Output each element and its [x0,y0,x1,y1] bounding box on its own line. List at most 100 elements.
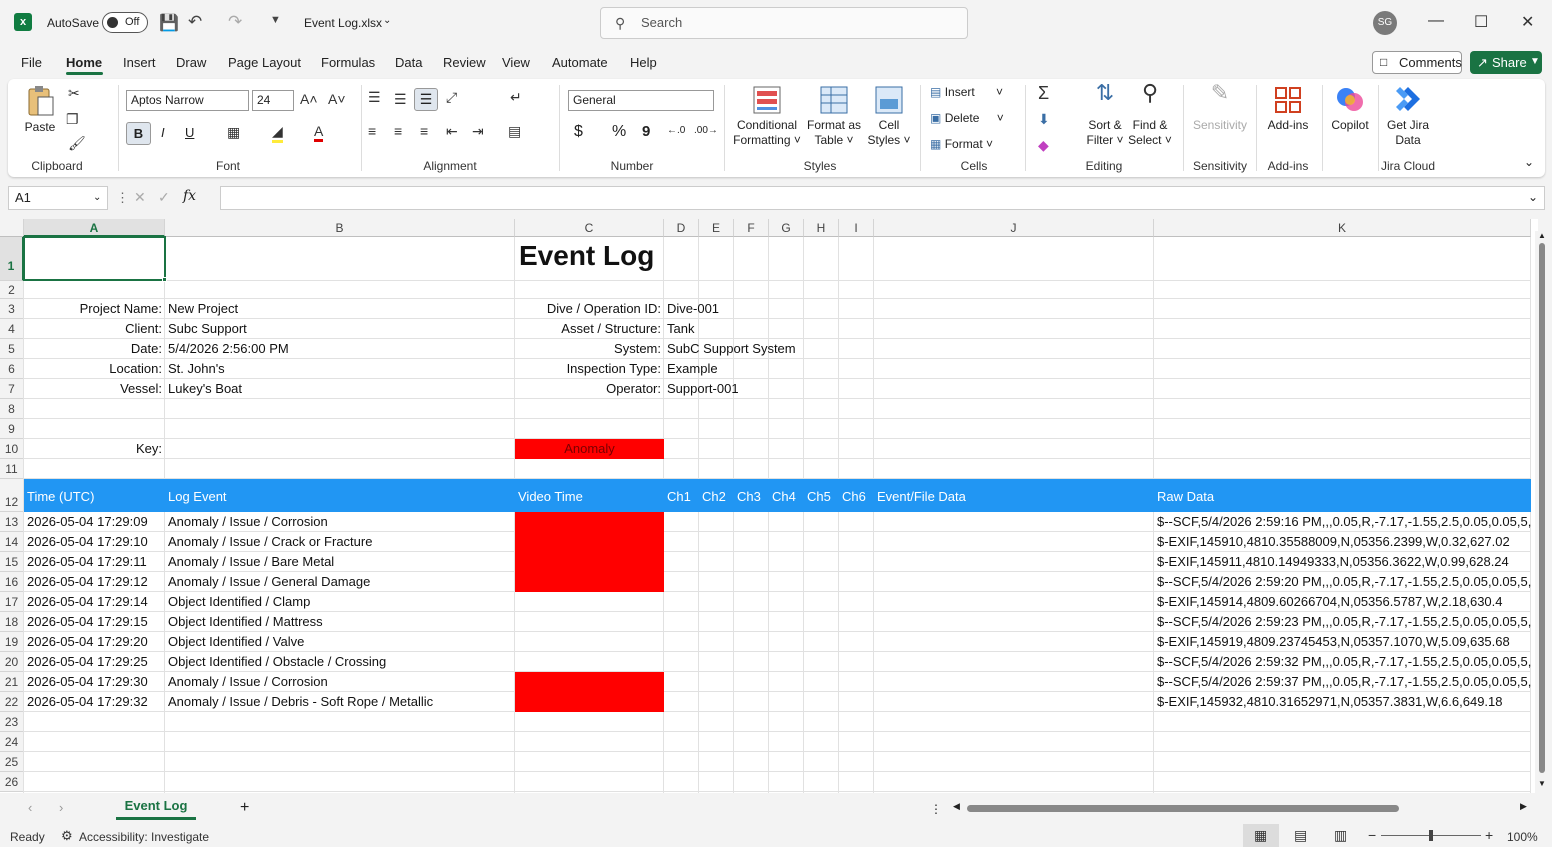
more-options-icon[interactable]: ⋮ [930,802,942,816]
row-header-4[interactable]: 4 [0,319,24,339]
row-header-1[interactable]: 1 [0,237,24,281]
time-cell[interactable]: 2026-05-04 17:29:14 [24,594,165,609]
row-header-17[interactable]: 17 [0,592,24,612]
add-sheet-icon[interactable]: + [240,799,249,817]
menu-automate[interactable]: Automate [552,55,608,70]
avatar[interactable]: SG [1373,11,1397,35]
zoom-out-icon[interactable]: − [1368,827,1376,843]
row-header-15[interactable]: 15 [0,552,24,572]
row-header-10[interactable]: 10 [0,439,24,459]
zoom-in-icon[interactable]: + [1485,827,1493,843]
raw-data-cell[interactable]: $-EXIF,145919,4809.23745453,N,05357.1070… [1154,634,1531,649]
menu-review[interactable]: Review [443,55,486,70]
normal-view-icon[interactable]: ▦ [1254,827,1267,844]
time-cell[interactable]: 2026-05-04 17:29:12 [24,574,165,589]
file-name[interactable]: Event Log.xlsx [304,16,382,30]
row-header-7[interactable]: 7 [0,379,24,399]
column-header-a[interactable]: A [24,219,165,237]
fill-handle[interactable] [162,277,167,282]
name-box[interactable]: A1 ⌄ [8,186,108,210]
align-left-icon[interactable]: ≡ [368,123,376,139]
menu-help[interactable]: Help [630,55,657,70]
scrollbar-thumb[interactable] [1539,243,1545,773]
italic-button[interactable]: I [161,125,165,140]
raw-data-cell[interactable]: $--SCF,5/4/2026 2:59:20 PM,,,0.05,R,-7.1… [1154,574,1531,589]
accessibility-icon[interactable]: ⚙ [61,828,73,844]
time-cell[interactable]: 2026-05-04 17:29:10 [24,534,165,549]
menu-formulas[interactable]: Formulas [321,55,375,70]
scroll-left-icon[interactable]: ◀ [953,801,960,812]
row-header-3[interactable]: 3 [0,299,24,319]
row-header-20[interactable]: 20 [0,652,24,672]
log-event-cell[interactable]: Anomaly / Issue / Corrosion [165,674,515,689]
row-header-11[interactable]: 11 [0,459,24,479]
column-header-d[interactable]: D [664,219,699,237]
log-event-cell[interactable]: Anomaly / Issue / Corrosion [165,514,515,529]
time-cell[interactable]: 2026-05-04 17:29:20 [24,634,165,649]
time-cell[interactable]: 2026-05-04 17:29:30 [24,674,165,689]
font-color-icon[interactable]: A [314,123,324,142]
row-header-24[interactable]: 24 [0,732,24,752]
time-cell[interactable]: 2026-05-04 17:29:11 [24,554,165,569]
find-select-button[interactable]: ⚲ Find & Select ˅ [1128,82,1172,148]
row-header-12[interactable]: 12 [0,479,24,512]
collapse-ribbon-icon[interactable]: ⌄ [1524,155,1534,169]
menu-file[interactable]: File [21,55,42,70]
number-format-select[interactable]: General [568,90,714,111]
time-cell[interactable]: 2026-05-04 17:29:15 [24,614,165,629]
font-name-select[interactable]: Aptos Narrow [126,90,249,111]
increase-decimal-icon[interactable]: ←.0 [667,125,685,136]
scroll-up-icon[interactable]: ▲ [1538,231,1546,240]
menu-page-layout[interactable]: Page Layout [228,55,301,70]
more-options-icon[interactable]: ⋮ [116,190,129,206]
select-all-corner[interactable] [0,219,24,237]
comments-button[interactable]: □ Comments [1372,51,1462,74]
bold-button[interactable]: B [126,122,151,145]
column-header-e[interactable]: E [699,219,734,237]
log-event-cell[interactable]: Anomaly / Issue / Debris - Soft Rope / M… [165,694,515,709]
row-header-2[interactable]: 2 [0,281,24,299]
get-jira-data-button[interactable]: Get Jira Data [1382,85,1434,148]
scroll-right-icon[interactable]: ▶ [1520,801,1527,812]
percent-button[interactable]: % [612,123,626,141]
conditional-formatting-button[interactable]: Conditional Formatting ˅ [730,85,804,148]
redo-icon[interactable]: ↷ [228,12,242,32]
expand-formula-icon[interactable]: ⌄ [1528,190,1538,204]
row-header-25[interactable]: 25 [0,752,24,772]
chevron-down-icon[interactable]: ⌄ [383,15,391,26]
copilot-button[interactable]: Copilot [1326,85,1374,133]
share-button[interactable]: ↗ Share ▼ [1470,51,1542,74]
raw-data-cell[interactable]: $-EXIF,145932,4810.31652971,N,05357.3831… [1154,694,1531,709]
column-header-i[interactable]: I [839,219,874,237]
sheet-tab-event-log[interactable]: Event Log [116,795,196,820]
align-center-icon[interactable]: ≡ [394,123,402,139]
row-header-18[interactable]: 18 [0,612,24,632]
row-header-9[interactable]: 9 [0,419,24,439]
row-header-21[interactable]: 21 [0,672,24,692]
increase-indent-icon[interactable]: ⇥ [472,123,484,140]
wrap-text-icon[interactable]: ↵ [510,89,522,106]
row-header-22[interactable]: 22 [0,692,24,712]
column-header-f[interactable]: F [734,219,769,237]
log-event-cell[interactable]: Object Identified / Mattress [165,614,515,629]
raw-data-cell[interactable]: $-EXIF,145911,4810.14949333,N,05356.3622… [1154,554,1531,569]
column-header-j[interactable]: J [874,219,1154,237]
log-event-cell[interactable]: Anomaly / Issue / General Damage [165,574,515,589]
decrease-font-icon[interactable]: A˅ [328,91,346,107]
vertical-scrollbar[interactable]: ▲ ▼ [1535,231,1549,793]
row-header-6[interactable]: 6 [0,359,24,379]
copy-icon[interactable]: ❐ [66,111,79,128]
menu-home[interactable]: Home [66,55,102,70]
page-break-view-icon[interactable]: ▥ [1334,827,1347,844]
row-header-26[interactable]: 26 [0,772,24,792]
next-sheet-icon[interactable]: › [59,800,63,815]
zoom-level[interactable]: 100% [1507,830,1538,844]
log-event-cell[interactable]: Anomaly / Issue / Crack or Fracture [165,534,515,549]
cell-styles-button[interactable]: Cell Styles ˅ [866,85,912,148]
align-right-icon[interactable]: ≡ [420,123,428,139]
clear-icon[interactable]: ◆ [1038,137,1049,154]
minimize-icon[interactable]: — [1428,12,1444,30]
sensitivity-button[interactable]: ✎ Sensitivity [1188,82,1252,133]
save-icon[interactable]: 💾 [159,13,179,33]
row-header-23[interactable]: 23 [0,712,24,732]
